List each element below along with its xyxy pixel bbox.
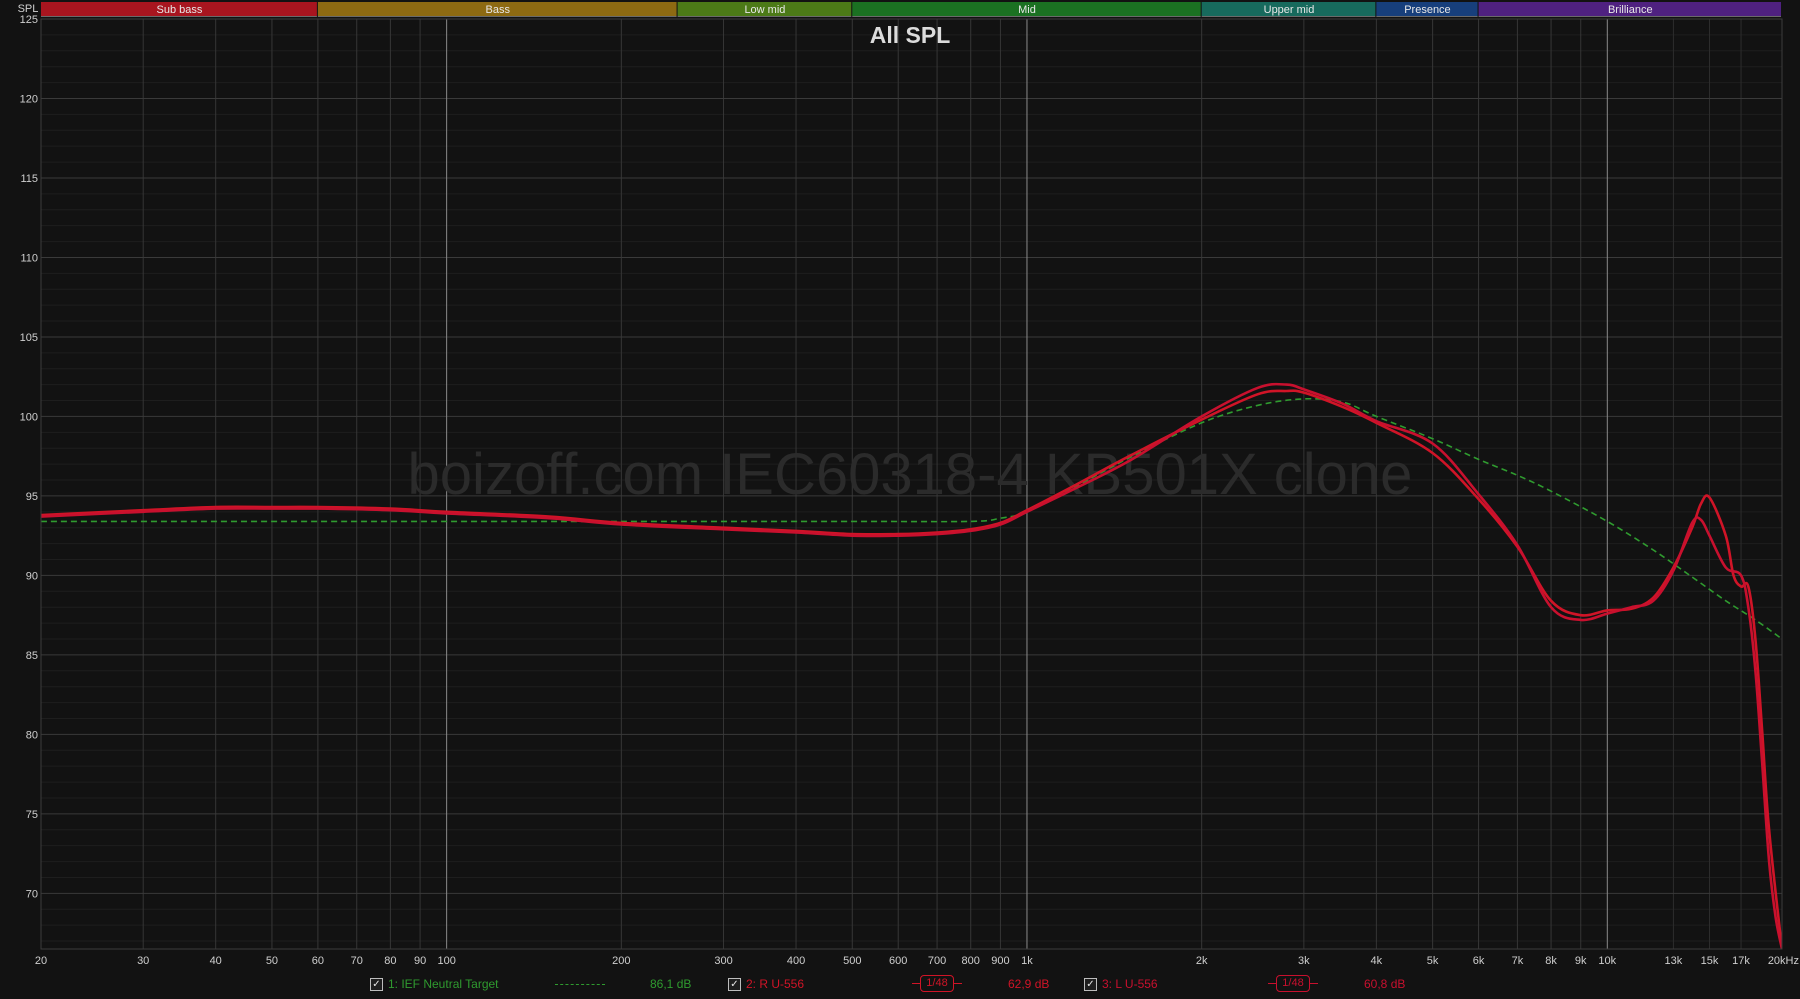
legend-name: 2: R U-556 [746,977,805,991]
checkbox-target[interactable]: ✓ [370,977,383,991]
y-tick-label: 120 [20,93,38,105]
x-tick-label: 70 [351,955,363,967]
y-tick-label: 70 [26,888,38,900]
x-tick-label: 3k [1298,955,1310,967]
smoothing-badge-right[interactable]: 1/48 [920,975,954,992]
x-tick-label: 7k [1512,955,1524,967]
legend-item-left[interactable]: ✓ 3: L U-556 [1084,974,1158,994]
legend-item-right[interactable]: ✓ 2: R U-556 [728,974,804,994]
x-tick-label: 200 [612,955,630,967]
y-tick-label: 85 [26,650,38,662]
x-tick-label: 4k [1371,955,1383,967]
checkbox-left[interactable]: ✓ [1084,977,1097,991]
frequency-bands[interactable]: Sub bass Bass Low mid Mid Upper mid Presence B… [41,2,1781,17]
band-label: Upper mid [1264,4,1315,16]
y-tick-label: 105 [20,332,38,344]
legend-level-left: 60,8 dB [1364,974,1405,994]
y-tick-label: 125 [20,14,38,26]
smoothing-badge-left[interactable]: 1/48 [1276,975,1310,992]
x-axis-ticks: 20 30 40 50 60 70 80 90 100 200 300 400 500 600 700 800… [35,955,1799,967]
legend-item-target[interactable]: ✓ 1: IEF Neutral Target [370,974,499,994]
band-label: Low mid [744,4,785,16]
x-tick-label: 17k [1732,955,1750,967]
x-tick-label: 5k [1427,955,1439,967]
x-tick-label: 300 [714,955,732,967]
x-tick-label: 800 [962,955,980,967]
x-tick-label: 9k [1575,955,1587,967]
y-axis-ticks: 125 120 115 110 105 100 95 90 85 80 75 70 [20,14,38,900]
y-tick-label: 95 [26,491,38,503]
x-tick-label: 700 [928,955,946,967]
x-tick-label: 13k [1665,955,1683,967]
x-tick-label: 2k [1196,955,1208,967]
legend-level-right: 62,9 dB [1008,974,1049,994]
legend-line-sample-target [555,984,605,985]
legend-name: 3: L U-556 [1102,977,1158,991]
x-tick-label: 20 [35,955,47,967]
legend-level: 60,8 dB [1364,977,1406,991]
y-tick-label: 90 [26,570,38,582]
y-tick-label: 110 [20,252,38,264]
x-tick-label: 1k [1021,955,1033,967]
x-tick-label: 100 [437,955,455,967]
legend: ✓ 1: IEF Neutral Target 86,1 dB ✓ 2: R U… [0,970,1800,998]
watermark: boizoff.com IEC60318-4 KB501X clone [408,442,1413,507]
x-tick-label: 50 [266,955,278,967]
band-label: Bass [485,4,510,16]
x-tick-label: 10k [1598,955,1616,967]
legend-level: 86,1 dB [650,977,692,991]
legend-name: 1: IEF Neutral Target [388,977,499,991]
band-label: Sub bass [157,4,203,16]
x-tick-label: 90 [414,955,426,967]
band-label: Brilliance [1608,4,1653,16]
x-tick-label: 400 [787,955,805,967]
x-tick-label: 8k [1545,955,1557,967]
legend-level-target: 86,1 dB [650,974,691,994]
x-tick-label: 500 [843,955,861,967]
legend-level: 62,9 dB [1008,977,1050,991]
checkbox-right[interactable]: ✓ [728,977,741,991]
x-tick-label: 80 [384,955,396,967]
y-tick-label: 80 [26,729,38,741]
spl-chart: Sub bass Bass Low mid Mid Upper mid Presence B… [18,2,1799,967]
x-tick-label: 60 [312,955,324,967]
band-label: Presence [1404,4,1450,16]
x-tick-label: 30 [137,955,149,967]
y-tick-label: 115 [20,173,38,185]
x-tick-label: 6k [1473,955,1485,967]
y-tick-label: 100 [20,411,38,423]
x-tick-label: 15k [1701,955,1719,967]
chart-title: All SPL [870,22,951,48]
band-label: Mid [1018,4,1036,16]
x-tick-label: 20kHz [1768,955,1799,967]
x-tick-label: 600 [889,955,907,967]
x-tick-label: 900 [991,955,1009,967]
y-tick-label: 75 [26,809,38,821]
x-tick-label: 40 [210,955,222,967]
